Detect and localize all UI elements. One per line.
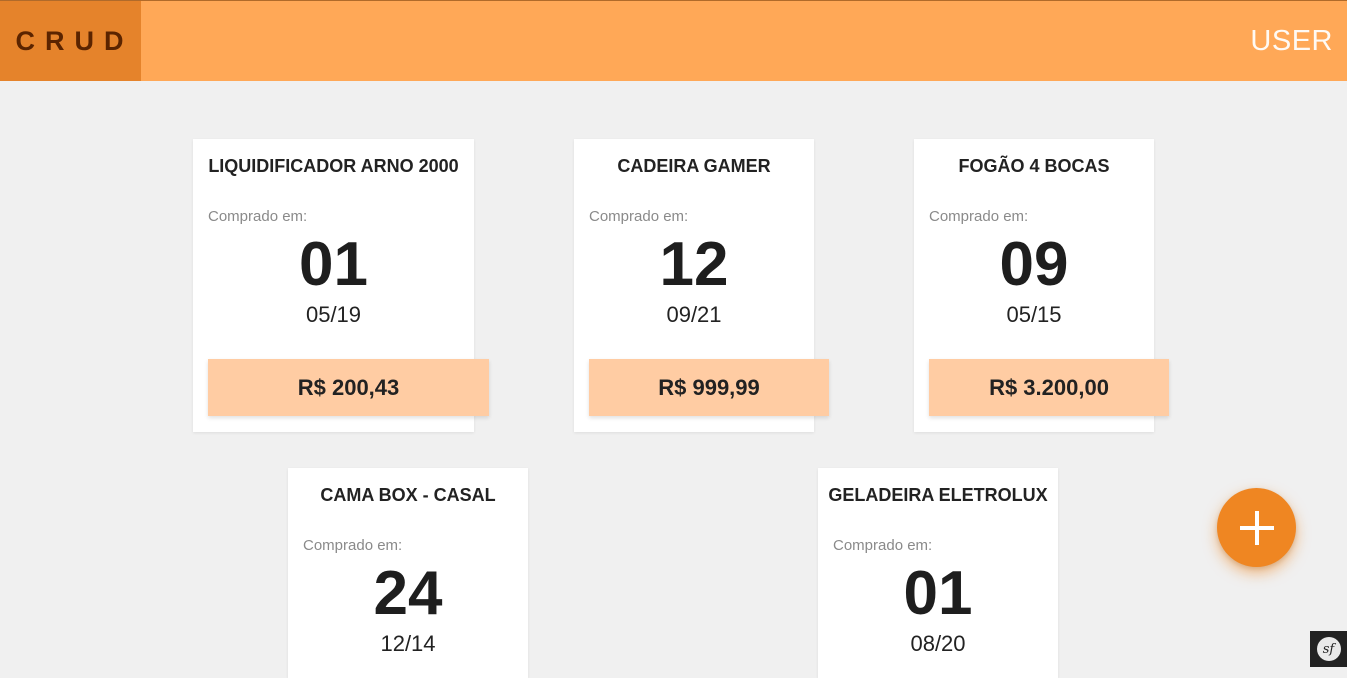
purchase-month-year: 05/15	[1006, 302, 1062, 327]
product-title: GELADEIRA ELETROLUX	[828, 485, 1048, 505]
product-card[interactable]: GELADEIRA ELETROLUX Comprado em: 01 08/2…	[818, 468, 1058, 678]
purchase-day: 01	[903, 559, 973, 628]
user-menu[interactable]: USER	[1250, 25, 1333, 58]
product-card[interactable]: LIQUIDIFICADOR ARNO 2000 Comprado em: 01…	[193, 139, 489, 432]
plus-icon	[1239, 510, 1274, 545]
purchase-day: 01	[299, 230, 368, 299]
purchase-day: 24	[373, 559, 443, 628]
purchased-label: Comprado em:	[929, 208, 1029, 225]
top-bar: CRUD USER	[0, 0, 1347, 81]
price-badge: R$ 999,99	[589, 359, 829, 416]
purchase-day: 09	[999, 230, 1069, 299]
purchased-label: Comprado em:	[303, 537, 403, 554]
product-card[interactable]: FOGÃO 4 BOCAS Comprado em: 09 05/15 R$ 3…	[914, 139, 1169, 432]
product-title: FOGÃO 4 BOCAS	[958, 156, 1110, 176]
product-title: LIQUIDIFICADOR ARNO 2000	[208, 156, 459, 176]
brand-logo[interactable]: CRUD	[0, 1, 141, 81]
purchase-month-year: 05/19	[305, 302, 362, 327]
purchase-day: 12	[659, 230, 729, 299]
add-item-button[interactable]	[1217, 488, 1296, 567]
purchase-month-year: 08/20	[910, 631, 966, 656]
symfony-icon: sf	[1316, 637, 1341, 661]
price-badge: R$ 200,43	[208, 359, 489, 416]
purchased-label: Comprado em:	[589, 208, 689, 225]
purchased-label: Comprado em:	[833, 537, 933, 554]
price-badge: R$ 3.200,00	[929, 359, 1169, 416]
purchase-month-year: 09/21	[666, 302, 722, 327]
product-title: CADEIRA GAMER	[617, 156, 771, 176]
product-title: CAMA BOX - CASAL	[320, 485, 496, 505]
debug-toolbar-toggle[interactable]: sf	[1310, 631, 1347, 667]
purchased-label: Comprado em:	[208, 208, 308, 225]
product-card[interactable]: CAMA BOX - CASAL Comprado em: 24 12/14	[288, 468, 528, 678]
purchase-month-year: 12/14	[380, 631, 436, 656]
product-card[interactable]: CADEIRA GAMER Comprado em: 12 09/21 R$ 9…	[574, 139, 829, 432]
